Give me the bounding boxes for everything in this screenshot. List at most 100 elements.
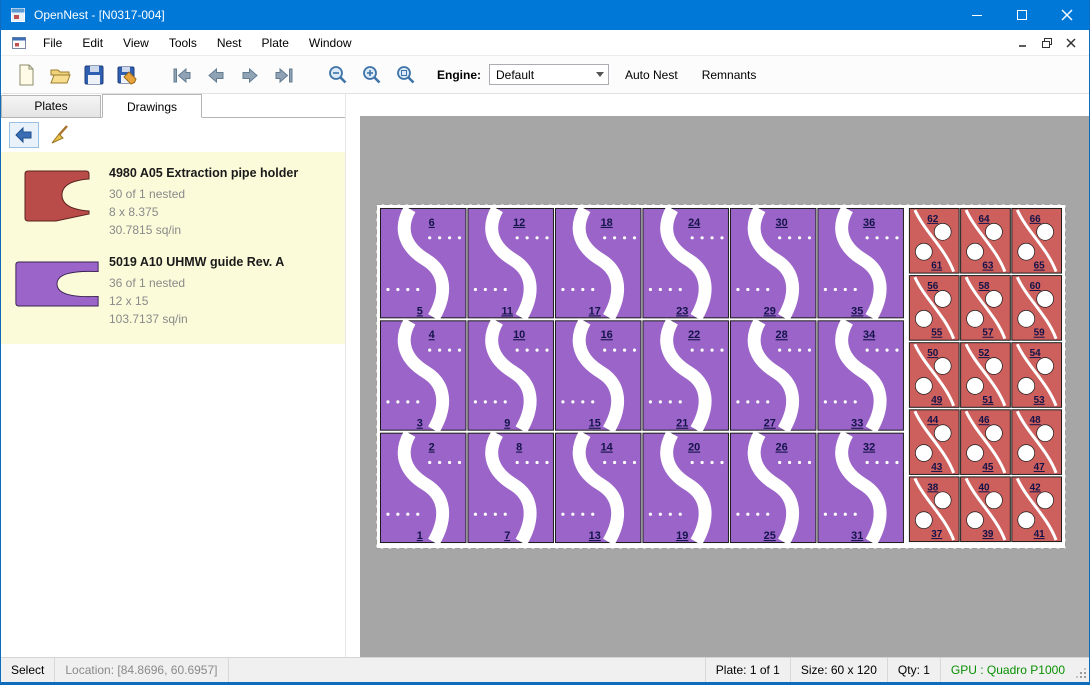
nested-part-pair-red[interactable]: 4645 bbox=[961, 410, 1011, 475]
save-button[interactable] bbox=[77, 60, 111, 90]
nested-part-pair-red[interactable]: 5251 bbox=[961, 343, 1011, 408]
part-number: 33 bbox=[851, 418, 863, 430]
nest-canvas[interactable]: 6512111817242330293635431091615222128273… bbox=[346, 94, 1089, 657]
app-window: OpenNest - [N0317-004] File Edit View To… bbox=[0, 0, 1090, 685]
part-number: 8 bbox=[516, 442, 522, 454]
maximize-button[interactable] bbox=[999, 0, 1044, 30]
status-mode: Select bbox=[1, 658, 55, 682]
drawing-item[interactable]: 5019 A10 UHMW guide Rev. A 36 of 1 neste… bbox=[1, 247, 345, 336]
nested-part-pair-purple[interactable]: 1615 bbox=[555, 321, 641, 430]
part-number: 64 bbox=[978, 214, 990, 225]
part-number: 24 bbox=[688, 217, 701, 229]
part-number: 53 bbox=[1034, 395, 1046, 406]
mdi-close-button[interactable] bbox=[1059, 32, 1083, 54]
part-number: 61 bbox=[931, 261, 943, 272]
part-number: 21 bbox=[676, 418, 688, 430]
nested-part-pair-purple[interactable]: 2625 bbox=[730, 433, 816, 542]
chevron-down-icon bbox=[592, 72, 608, 77]
new-button[interactable] bbox=[9, 60, 43, 90]
next-arrow-icon bbox=[238, 64, 262, 86]
nested-part-pair-purple[interactable]: 43 bbox=[380, 321, 466, 430]
plate-svg[interactable]: 6512111817242330293635431091615222128273… bbox=[376, 204, 1066, 549]
status-location: Location: [84.8696, 60.6957] bbox=[55, 658, 228, 682]
auto-nest-button[interactable]: Auto Nest bbox=[617, 62, 686, 88]
nested-part-pair-red[interactable]: 5049 bbox=[909, 343, 959, 408]
part-number: 16 bbox=[601, 329, 613, 341]
tab-plates[interactable]: Plates bbox=[1, 95, 101, 117]
mdi-minimize-icon bbox=[1018, 38, 1028, 48]
engine-select[interactable]: Default bbox=[489, 64, 609, 85]
menu-tools[interactable]: Tools bbox=[159, 31, 207, 55]
status-plate: Plate: 1 of 1 bbox=[705, 658, 790, 682]
menu-window[interactable]: Window bbox=[299, 31, 362, 55]
close-button[interactable] bbox=[1044, 0, 1089, 30]
part-number: 54 bbox=[1030, 348, 1042, 359]
nested-part-pair-purple[interactable]: 3433 bbox=[818, 321, 904, 430]
next-plate-button[interactable] bbox=[233, 60, 267, 90]
part-number: 48 bbox=[1030, 415, 1042, 426]
nested-part-pair-purple[interactable]: 21 bbox=[380, 433, 466, 542]
send-to-nest-button[interactable] bbox=[9, 122, 39, 148]
drawings-toolbar bbox=[1, 118, 345, 152]
part-number: 45 bbox=[982, 462, 994, 473]
nested-part-pair-purple[interactable]: 3029 bbox=[730, 208, 816, 317]
mdi-minimize-button[interactable] bbox=[1011, 32, 1035, 54]
nested-part-pair-red[interactable]: 4039 bbox=[961, 477, 1011, 542]
clear-button[interactable] bbox=[45, 122, 75, 148]
nested-part-pair-red[interactable]: 4847 bbox=[1012, 410, 1062, 475]
part-number: 65 bbox=[1034, 261, 1046, 272]
zoom-in-button[interactable] bbox=[355, 60, 389, 90]
canvas-background[interactable]: 6512111817242330293635431091615222128273… bbox=[360, 116, 1089, 657]
resize-grip[interactable] bbox=[1075, 658, 1089, 682]
nested-part-pair-red[interactable]: 6059 bbox=[1012, 276, 1062, 341]
nested-part-pair-purple[interactable]: 2221 bbox=[643, 321, 729, 430]
nested-part-pair-purple[interactable]: 109 bbox=[468, 321, 554, 430]
nested-part-pair-red[interactable]: 4443 bbox=[909, 410, 959, 475]
menu-file[interactable]: File bbox=[33, 31, 72, 55]
remnants-button[interactable]: Remnants bbox=[694, 62, 765, 88]
zoom-out-button[interactable] bbox=[321, 60, 355, 90]
menu-plate[interactable]: Plate bbox=[252, 31, 299, 55]
part-number: 41 bbox=[1034, 529, 1046, 540]
broom-icon bbox=[49, 124, 71, 146]
nested-part-pair-purple[interactable]: 87 bbox=[468, 433, 554, 542]
previous-plate-button[interactable] bbox=[199, 60, 233, 90]
nested-part-pair-purple[interactable]: 1817 bbox=[555, 208, 641, 317]
nested-part-pair-red[interactable]: 5655 bbox=[909, 276, 959, 341]
nested-part-pair-purple[interactable]: 1211 bbox=[468, 208, 554, 317]
part-number: 5 bbox=[417, 305, 423, 317]
menu-view[interactable]: View bbox=[113, 31, 159, 55]
nested-part-pair-red[interactable]: 62 61 bbox=[909, 208, 959, 273]
part-number: 1 bbox=[417, 530, 423, 542]
open-button[interactable] bbox=[43, 60, 77, 90]
mdi-restore-button[interactable] bbox=[1035, 32, 1059, 54]
tab-drawings[interactable]: Drawings bbox=[102, 94, 202, 118]
part-number: 12 bbox=[513, 217, 525, 229]
menu-edit[interactable]: Edit bbox=[72, 31, 113, 55]
nested-part-pair-purple[interactable]: 3231 bbox=[818, 433, 904, 542]
status-qty: Qty: 1 bbox=[887, 658, 940, 682]
nested-part-pair-red[interactable]: 54 53 bbox=[1012, 343, 1062, 408]
save-as-button[interactable] bbox=[111, 60, 145, 90]
first-plate-button[interactable] bbox=[165, 60, 199, 90]
nested-part-pair-purple[interactable]: 1413 bbox=[555, 433, 641, 542]
last-plate-button[interactable] bbox=[267, 60, 301, 90]
nested-part-pair-purple[interactable]: 2827 bbox=[730, 321, 816, 430]
nested-part-pair-purple[interactable]: 2423 bbox=[643, 208, 729, 317]
zoom-extents-button[interactable] bbox=[389, 60, 423, 90]
nested-part-pair-purple[interactable]: 3635 bbox=[818, 208, 904, 317]
drawing-item[interactable]: 4980 A05 Extraction pipe holder 30 of 1 … bbox=[1, 158, 345, 247]
nested-part-pair-purple[interactable]: 2019 bbox=[643, 433, 729, 542]
nested-part-pair-red[interactable]: 6463 bbox=[961, 208, 1011, 273]
part-number: 62 bbox=[927, 214, 939, 225]
part-number: 6 bbox=[429, 217, 435, 229]
toolbar: Engine: Default Auto Nest Remnants bbox=[1, 56, 1089, 94]
minimize-button[interactable] bbox=[954, 0, 999, 30]
nested-part-pair-red[interactable]: 5857 bbox=[961, 276, 1011, 341]
nested-part-pair-red[interactable]: 3837 bbox=[909, 477, 959, 542]
nested-part-pair-red[interactable]: 6665 bbox=[1012, 208, 1062, 273]
nested-part-pair-red[interactable]: 4241 bbox=[1012, 477, 1062, 542]
part-number: 37 bbox=[931, 529, 943, 540]
nested-part-pair-purple[interactable]: 65 bbox=[380, 208, 466, 317]
menu-nest[interactable]: Nest bbox=[207, 31, 252, 55]
